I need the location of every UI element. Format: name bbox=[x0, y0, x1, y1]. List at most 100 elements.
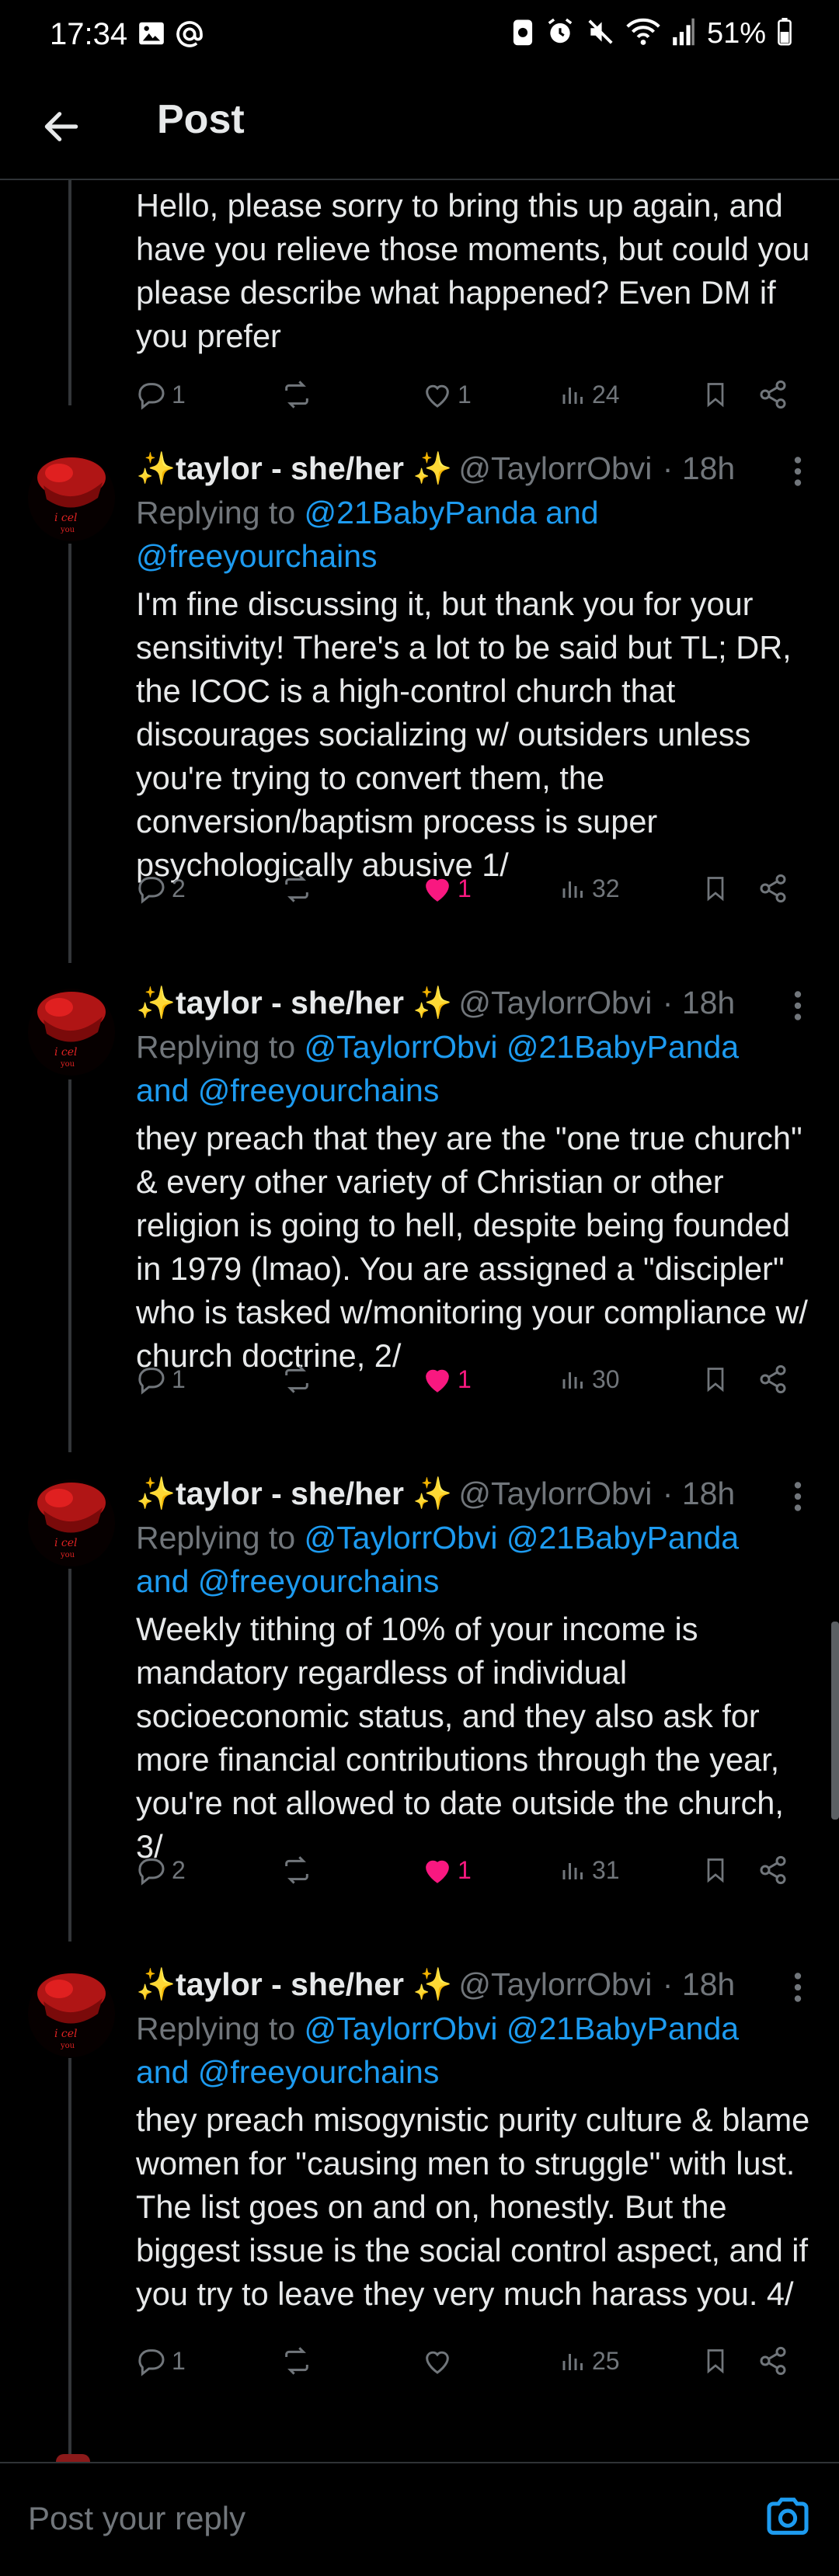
heart-icon bbox=[426, 384, 449, 408]
share-button[interactable] bbox=[757, 865, 789, 912]
reply-button[interactable]: 2 bbox=[136, 1847, 186, 1893]
svg-text:you: you bbox=[60, 2042, 75, 2050]
bookmark-button[interactable] bbox=[701, 1847, 729, 1893]
display-name[interactable]: ✨taylor - she/her ✨ bbox=[136, 1966, 452, 2002]
tweet-actions: 2 1 31 bbox=[136, 1847, 804, 1893]
bookmark-icon bbox=[707, 877, 724, 902]
like-button[interactable]: 1 bbox=[422, 1356, 472, 1403]
reply-button[interactable]: 1 bbox=[136, 1356, 186, 1403]
reply-icon bbox=[138, 877, 165, 904]
bookmark-icon bbox=[707, 1858, 724, 1883]
reply-input[interactable] bbox=[26, 2494, 729, 2543]
display-name[interactable]: ✨taylor - she/her ✨ bbox=[136, 1476, 452, 1511]
like-button[interactable]: 1 bbox=[422, 371, 472, 418]
camera-button[interactable] bbox=[763, 2491, 813, 2541]
views-button[interactable]: 25 bbox=[559, 2338, 620, 2384]
avatar[interactable]: i cel you bbox=[28, 454, 115, 541]
avatar bbox=[56, 2454, 90, 2462]
user-handle[interactable]: @TaylorrObvi bbox=[458, 1966, 652, 2002]
like-count: 1 bbox=[458, 1855, 472, 1884]
user-handle[interactable]: @TaylorrObvi bbox=[458, 450, 652, 486]
retweet-button[interactable] bbox=[280, 865, 314, 912]
replying-link[interactable]: @TaylorrObvi @21BabyPanda bbox=[305, 1520, 740, 1556]
reply-count: 1 bbox=[172, 1364, 186, 1393]
tweet-time: · 18h bbox=[662, 450, 736, 486]
views-button[interactable]: 32 bbox=[559, 865, 620, 912]
avatar[interactable]: i cel you bbox=[28, 1970, 115, 2057]
views-button[interactable]: 24 bbox=[559, 371, 620, 418]
svg-text:you: you bbox=[60, 526, 75, 534]
bookmark-icon bbox=[707, 1368, 724, 1392]
share-button[interactable] bbox=[757, 1847, 789, 1893]
more-vertical-icon bbox=[794, 1482, 802, 1511]
bookmark-button[interactable] bbox=[701, 2338, 729, 2384]
avatar[interactable]: i cel you bbox=[28, 1479, 115, 1566]
tweet-actions: 1 25 bbox=[136, 2338, 804, 2384]
view-count: 31 bbox=[592, 1855, 620, 1884]
wifi-icon bbox=[626, 17, 660, 50]
bookmark-button[interactable] bbox=[701, 1356, 729, 1403]
svg-text:you: you bbox=[60, 1060, 75, 1069]
tweet-header: ✨taylor - she/her ✨ @TaylorrObvi · 18h bbox=[136, 1966, 816, 2013]
bookmark-icon bbox=[707, 2349, 724, 2374]
display-name[interactable]: ✨taylor - she/her ✨ bbox=[136, 450, 452, 486]
like-button[interactable]: 1 bbox=[422, 1847, 472, 1893]
svg-text:i cel: i cel bbox=[54, 1537, 78, 1549]
replying-link[interactable]: @21BabyPanda and bbox=[305, 495, 599, 530]
status-time: 17:34 bbox=[50, 17, 128, 51]
share-button[interactable] bbox=[757, 371, 789, 418]
like-button[interactable]: 1 bbox=[422, 865, 472, 912]
like-count: 1 bbox=[458, 1364, 472, 1393]
scrollbar[interactable] bbox=[831, 1622, 839, 1820]
tweet-time: · 18h bbox=[662, 1966, 736, 2002]
reply-button[interactable]: 1 bbox=[136, 2338, 186, 2384]
at-icon bbox=[174, 19, 205, 54]
replying-link[interactable]: and @freeyourchains bbox=[136, 1563, 439, 1599]
replying-link[interactable]: @freeyourchains bbox=[136, 538, 378, 574]
like-count: 1 bbox=[458, 874, 472, 902]
bookmark-button[interactable] bbox=[701, 371, 729, 418]
retweet-icon bbox=[285, 1856, 308, 1884]
tweet-actions: 1 1 30 bbox=[136, 1356, 804, 1403]
retweet-button[interactable] bbox=[280, 1356, 314, 1403]
share-button[interactable] bbox=[757, 2338, 789, 2384]
like-count: 1 bbox=[458, 380, 472, 408]
replying-link[interactable]: @TaylorrObvi @21BabyPanda bbox=[305, 2011, 740, 2046]
more-options-button[interactable] bbox=[786, 1477, 809, 1516]
views-icon bbox=[562, 388, 583, 404]
replying-to: Replying to @21BabyPanda and @freeyourch… bbox=[136, 491, 808, 578]
tweet-time: · 18h bbox=[662, 985, 736, 1020]
display-name[interactable]: ✨taylor - she/her ✨ bbox=[136, 985, 452, 1020]
retweet-button[interactable] bbox=[280, 1847, 314, 1893]
user-handle[interactable]: @TaylorrObvi bbox=[458, 1476, 652, 1511]
share-icon bbox=[760, 1855, 786, 1885]
more-vertical-icon bbox=[794, 991, 802, 1020]
share-button[interactable] bbox=[757, 1356, 789, 1403]
more-vertical-icon bbox=[794, 1973, 802, 2002]
replying-link[interactable]: and @freeyourchains bbox=[136, 1072, 439, 1108]
replying-link[interactable]: @TaylorrObvi @21BabyPanda bbox=[305, 1029, 740, 1065]
back-button[interactable] bbox=[34, 99, 89, 154]
more-options-button[interactable] bbox=[786, 986, 809, 1025]
tweet-text: I'm fine discussing it, but thank you fo… bbox=[136, 586, 792, 883]
replying-to: Replying to @TaylorrObvi @21BabyPanda an… bbox=[136, 1025, 808, 1112]
share-icon bbox=[760, 1364, 786, 1394]
share-icon bbox=[760, 380, 786, 409]
avatar[interactable]: i cel you bbox=[28, 989, 115, 1076]
reply-icon bbox=[138, 383, 165, 410]
user-handle[interactable]: @TaylorrObvi bbox=[458, 985, 652, 1020]
like-button[interactable] bbox=[422, 2338, 458, 2384]
more-options-button[interactable] bbox=[786, 1968, 809, 2007]
more-options-button[interactable] bbox=[786, 452, 809, 491]
bookmark-button[interactable] bbox=[701, 865, 729, 912]
retweet-button[interactable] bbox=[280, 371, 314, 418]
thread-line bbox=[68, 544, 71, 963]
replying-to: Replying to @TaylorrObvi @21BabyPanda an… bbox=[136, 1516, 808, 1603]
reply-button[interactable]: 1 bbox=[136, 371, 186, 418]
reply-button[interactable]: 2 bbox=[136, 865, 186, 912]
replying-link[interactable]: and @freeyourchains bbox=[136, 2054, 439, 2090]
views-button[interactable]: 30 bbox=[559, 1356, 620, 1403]
reply-count: 1 bbox=[172, 2346, 186, 2375]
views-button[interactable]: 31 bbox=[559, 1847, 620, 1893]
retweet-button[interactable] bbox=[280, 2338, 314, 2384]
